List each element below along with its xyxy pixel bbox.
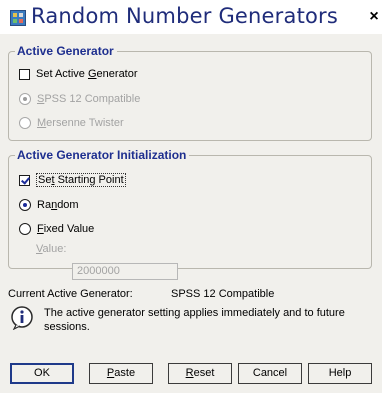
set-starting-point-checkbox[interactable]: Set Starting Point — [19, 172, 126, 188]
set-starting-point-label: Set Starting Point — [36, 173, 126, 187]
radio-mersenne-label: Mersenne Twister — [37, 117, 124, 129]
set-active-generator-checkbox[interactable]: Set Active Generator — [19, 66, 138, 82]
cancel-button[interactable]: Cancel — [238, 363, 302, 384]
radio-fixed-value[interactable]: Fixed Value — [19, 221, 94, 237]
radio-spss12-label: SPSS 12 Compatible — [37, 93, 141, 105]
ok-button[interactable]: OK — [10, 363, 74, 384]
radio-spss12-compatible[interactable]: SPSS 12 Compatible — [19, 91, 140, 107]
window-title: Random Number Generators — [31, 4, 339, 28]
radio-fixed-value-indicator[interactable] — [19, 223, 31, 235]
help-button[interactable]: Help — [308, 363, 372, 384]
title-bar: Random Number Generators × — [0, 0, 382, 34]
current-generator-label: Current Active Generator: — [8, 288, 133, 300]
set-starting-point-box[interactable] — [19, 174, 30, 186]
fixed-value-input[interactable]: 2000000 — [72, 263, 178, 280]
radio-random-label: Random — [37, 199, 79, 211]
info-message: The active generator setting applies imm… — [44, 307, 345, 333]
radio-fixed-value-label: Fixed Value — [37, 223, 95, 235]
paste-button[interactable]: Paste — [89, 363, 153, 384]
radio-mersenne-twister[interactable]: Mersenne Twister — [19, 115, 124, 131]
active-generator-group-title: Active Generator — [15, 44, 117, 58]
current-generator-value: SPSS 12 Compatible — [171, 288, 275, 300]
current-generator-status: Current Active Generator: SPSS 12 Compat… — [8, 288, 274, 300]
value-label: Value: — [36, 243, 67, 255]
radio-spss12-indicator[interactable] — [19, 93, 31, 105]
app-icon — [10, 10, 26, 26]
random-number-generators-dialog: Random Number Generators × Active Genera… — [0, 0, 382, 393]
radio-random[interactable]: Random — [19, 197, 79, 213]
initialization-group-title: Active Generator Initialization — [15, 148, 190, 162]
initialization-group: Active Generator Initialization Set Star… — [8, 148, 372, 269]
radio-random-indicator[interactable] — [19, 199, 31, 211]
active-generator-group: Active Generator Set Active Generator SP… — [8, 44, 372, 141]
info-icon — [10, 306, 34, 331]
set-active-generator-label: Set Active Generator — [36, 68, 138, 80]
radio-mersenne-indicator[interactable] — [19, 117, 31, 129]
reset-button[interactable]: Reset — [168, 363, 232, 384]
close-icon[interactable]: × — [366, 8, 382, 26]
set-active-generator-box[interactable] — [19, 68, 30, 80]
